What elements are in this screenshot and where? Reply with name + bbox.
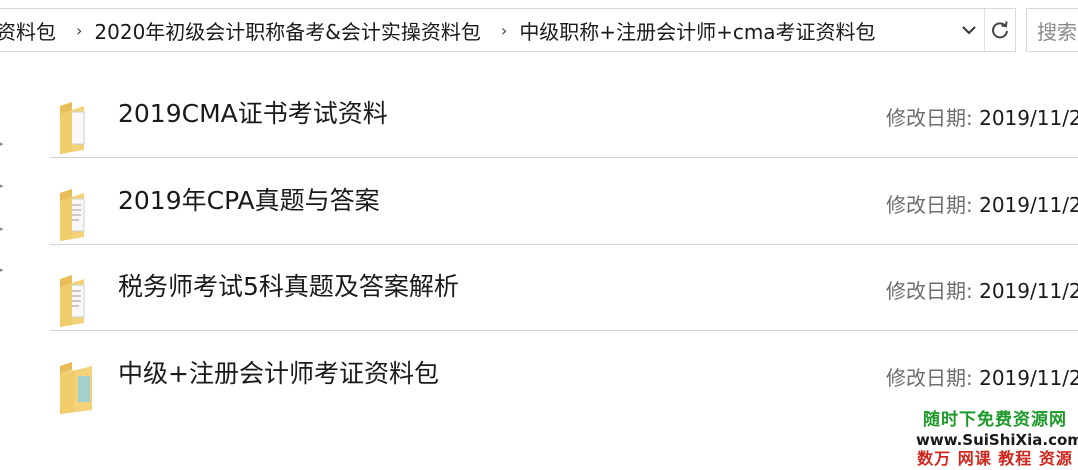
breadcrumb-item-1[interactable]: 资料包 [0,16,64,45]
site-watermark: 随时下免费资源网 www.SuiShiXia.com 数万 网课 教程 资源 [916,410,1078,468]
date-label: 修改日期: [886,193,973,217]
file-list-item[interactable]: 2019CMA证书考试资料 修改日期: 2019/11/2 [50,72,1078,158]
search-placeholder: 搜索 [1037,19,1077,44]
breadcrumb-separator-icon[interactable]: › [489,21,519,40]
folder-icon [58,187,98,243]
date-label: 修改日期: [886,366,973,390]
file-name[interactable]: 中级+注册会计师考证资料包 [118,354,439,390]
date-value: 2019/11/2 [979,279,1078,303]
address-bar[interactable]: 资料包 › 2020年初级会计职称备考&会计实操资料包 › 中级职称+注册会计师… [0,8,1016,52]
search-input[interactable]: 搜索 [1026,8,1078,52]
file-explorer-window: 资料包 › 2020年初级会计职称备考&会计实操资料包 › 中级职称+注册会计师… [0,0,1078,470]
date-label: 修改日期: [886,106,973,130]
row-divider [50,157,1078,158]
watermark-line-1: 随时下免费资源网 [923,410,1067,431]
expand-arrow-icon[interactable]: ▸ [0,223,8,234]
file-list-item[interactable]: 中级+注册会计师考证资料包 修改日期: 2019/11/2 [50,332,1078,418]
date-modified: 修改日期: 2019/11/2 [886,275,1078,304]
refresh-icon[interactable] [984,9,1015,51]
file-list-item[interactable]: 2019年CPA真题与答案 修改日期: 2019/11/2 [50,159,1078,245]
watermark-line-3: 数万 网课 教程 资源 [917,448,1073,468]
expand-arrow-icon[interactable]: ▸ [0,180,8,191]
date-value: 2019/11/2 [979,366,1078,390]
row-divider [50,330,1078,331]
chevron-down-icon[interactable] [954,9,984,51]
date-value: 2019/11/2 [979,193,1078,217]
expand-arrow-icon[interactable]: ▸ [0,264,8,275]
folder-icon [58,360,98,416]
date-label: 修改日期: [886,279,973,303]
file-name[interactable]: 税务师考试5科真题及答案解析 [118,267,459,303]
file-name[interactable]: 2019年CPA真题与答案 [118,181,380,217]
folder-icon [58,273,98,329]
date-modified: 修改日期: 2019/11/2 [886,189,1078,218]
watermark-line-2: www.SuiShiXia.com [916,430,1078,449]
file-name[interactable]: 2019CMA证书考试资料 [118,94,388,130]
expand-arrow-icon[interactable]: ▸ [0,138,8,149]
date-modified: 修改日期: 2019/11/2 [886,102,1078,131]
breadcrumb-separator-icon[interactable]: › [64,21,94,40]
file-list-item[interactable]: 税务师考试5科真题及答案解析 修改日期: 2019/11/2 [50,245,1078,331]
date-value: 2019/11/2 [979,106,1078,130]
breadcrumb-item-2[interactable]: 2020年初级会计职称备考&会计实操资料包 [94,16,489,45]
folder-icon [58,100,98,156]
date-modified: 修改日期: 2019/11/2 [886,362,1078,391]
breadcrumb-item-3[interactable]: 中级职称+注册会计师+cma考证资料包 [519,16,883,45]
